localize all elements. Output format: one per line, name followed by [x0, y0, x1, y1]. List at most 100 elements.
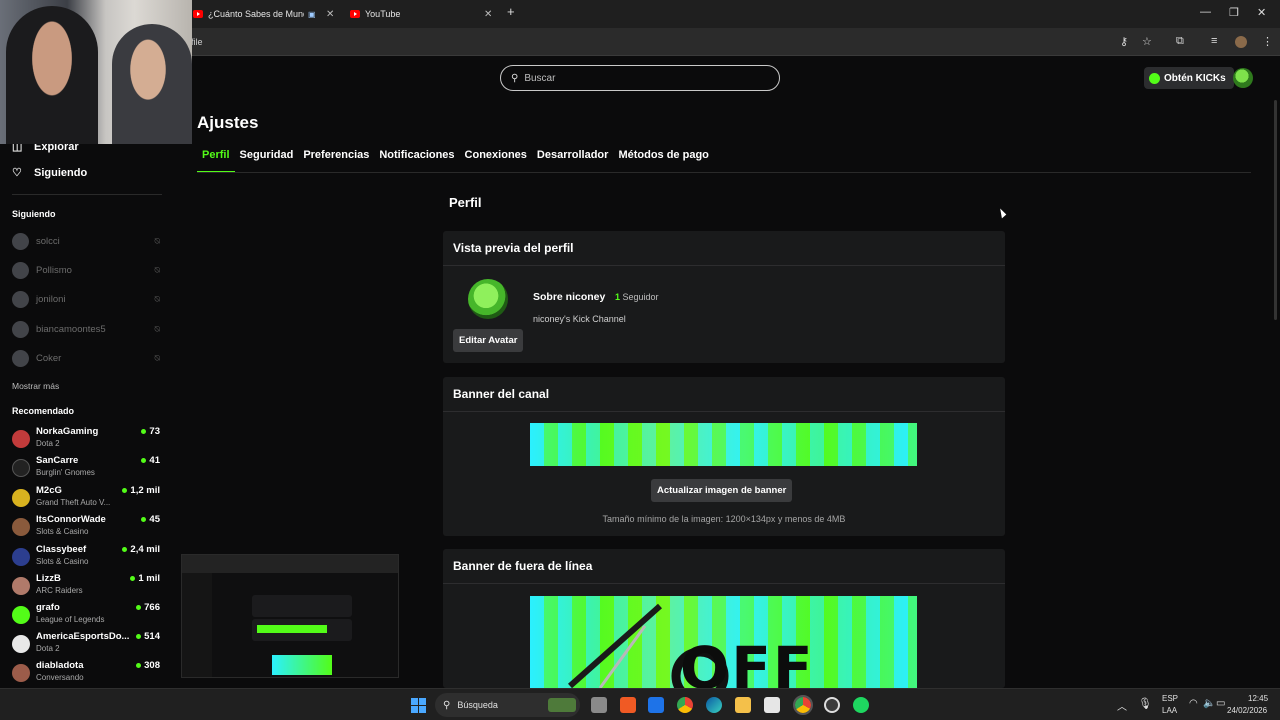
avatar: [12, 261, 29, 279]
thumbnail-banner: [272, 655, 332, 675]
search-highlight-icon: [548, 698, 576, 712]
taskbar: ⚲ Búsqueda ︿ 🎙 ESP LAA ◠ 🔈 ▭ 12:45 24/02…: [0, 688, 1280, 720]
follower-label: Seguidor: [622, 292, 659, 302]
tab-preferences[interactable]: Preferencias: [298, 149, 374, 173]
avatar: [12, 664, 30, 682]
avatar: [12, 606, 30, 624]
recommended-item[interactable]: SanCarre Burglin' Gnomes 41: [12, 455, 160, 483]
profile-icon[interactable]: [1235, 36, 1247, 48]
get-kicks-button[interactable]: Obtén KICKs: [1144, 67, 1234, 89]
microphone-icon[interactable]: 🎙: [1138, 697, 1152, 710]
new-tab-icon[interactable]: +: [507, 4, 515, 19]
following-item[interactable]: solcci ⍉: [12, 231, 160, 251]
file-explorer-icon[interactable]: [735, 697, 751, 713]
start-button[interactable]: [411, 698, 426, 713]
outlook-icon[interactable]: [648, 697, 664, 713]
brave-icon[interactable]: [620, 697, 636, 713]
channel-category: League of Legends: [36, 615, 105, 624]
recommended-item[interactable]: AmericaEsportsDo... Dota 2 514: [12, 631, 160, 659]
following-name: solcci: [36, 235, 60, 247]
clock-time[interactable]: 12:45: [1248, 694, 1268, 703]
tab-payment-methods[interactable]: Métodos de pago: [613, 149, 713, 173]
menu-icon[interactable]: ⋮: [1262, 35, 1273, 48]
follower-number: 1: [615, 292, 621, 302]
avatar: [12, 577, 30, 595]
edit-avatar-button[interactable]: Editar Avatar: [453, 329, 524, 352]
recommended-item[interactable]: diabladota Conversando 308: [12, 660, 160, 688]
banner-size-hint: Tamaño mínimo de la imagen: 1200×134px y…: [602, 514, 846, 524]
close-tab-icon[interactable]: ✕: [326, 9, 334, 20]
thumbnail-bar: [182, 555, 398, 573]
minimize-icon[interactable]: —: [1200, 6, 1211, 18]
edge-icon[interactable]: [706, 697, 722, 713]
tab-security[interactable]: Seguridad: [235, 149, 299, 173]
viewer-count: 41: [141, 455, 160, 466]
task-view-icon[interactable]: [591, 697, 607, 713]
channel-category: Dota 2: [36, 644, 60, 653]
offline-icon: ⍉: [154, 323, 160, 334]
chrome-active-icon[interactable]: [793, 695, 813, 715]
page-scrollbar[interactable]: [1274, 100, 1277, 320]
spotify-icon[interactable]: [853, 697, 869, 713]
tabs-divider: [197, 172, 1251, 173]
heart-icon: ♡: [12, 167, 22, 179]
recommended-item[interactable]: M2cG Grand Theft Auto V... 1,2 mil: [12, 485, 160, 513]
tab-profile[interactable]: Perfil: [197, 149, 235, 173]
profile-name: Sobre niconey: [533, 291, 606, 303]
following-item[interactable]: joniloni ⍉: [12, 289, 160, 309]
following-item[interactable]: biancamoontes5 ⍉: [12, 319, 160, 339]
following-heading: Siguiendo: [12, 209, 56, 219]
thumbnail-sidebar: [182, 573, 212, 677]
channel-name: SanCarre: [36, 455, 79, 466]
browser-tab-mundial[interactable]: ¿Cuánto Sabes de Mundial? ▣ ✕: [193, 4, 334, 24]
star-icon[interactable]: ☆: [1142, 35, 1152, 48]
volume-icon[interactable]: 🔈: [1203, 698, 1215, 709]
close-window-icon[interactable]: ✕: [1257, 6, 1266, 19]
offline-icon: ⍉: [154, 352, 160, 363]
search-input[interactable]: [524, 72, 755, 84]
language-code[interactable]: ESP: [1162, 694, 1178, 703]
tray-chevron-icon[interactable]: ︿: [1117, 698, 1127, 713]
screen: ¿Cuánto Sabes de Mundial? ▣ ✕ YouTube ✕ …: [0, 0, 1280, 720]
profile-description: niconey's Kick Channel: [533, 314, 626, 324]
recommended-item[interactable]: grafo League of Legends 766: [12, 602, 160, 630]
user-avatar[interactable]: [1233, 68, 1253, 88]
search-bar[interactable]: ⚲: [500, 65, 780, 91]
taskbar-search[interactable]: ⚲ Búsqueda: [435, 693, 580, 717]
recommended-item[interactable]: Classybeef Slots & Casino 2,4 mil: [12, 544, 160, 572]
store-icon[interactable]: [764, 697, 780, 713]
media-icon[interactable]: ≡: [1211, 35, 1217, 47]
tab-connections[interactable]: Conexiones: [460, 149, 532, 173]
wifi-icon[interactable]: ◠: [1189, 698, 1198, 709]
avatar: [12, 232, 29, 250]
following-name: biancamoontes5: [36, 323, 106, 335]
recommended-item[interactable]: ItsConnorWade Slots & Casino 45: [12, 514, 160, 542]
avatar: [12, 489, 30, 507]
language-layout[interactable]: LAA: [1162, 706, 1177, 715]
key-icon[interactable]: ⚷: [1120, 35, 1128, 48]
restore-icon[interactable]: ❐: [1229, 6, 1239, 19]
url-text[interactable]: file: [191, 37, 203, 47]
avatar: [12, 459, 30, 477]
recommended-item[interactable]: LizzB ARC Raiders 1 mil: [12, 573, 160, 601]
viewer-count: 308: [136, 660, 160, 671]
clock-date[interactable]: 24/02/2026: [1227, 706, 1267, 715]
extensions-icon[interactable]: ⧉: [1176, 35, 1184, 48]
tab-notifications[interactable]: Notificaciones: [374, 149, 459, 173]
show-more-link[interactable]: Mostrar más: [12, 381, 59, 391]
close-tab-icon[interactable]: ✕: [484, 9, 492, 20]
chrome-icon[interactable]: [677, 697, 693, 713]
update-banner-button[interactable]: Actualizar imagen de banner: [651, 479, 793, 502]
tab-title: ¿Cuánto Sabes de Mundial?: [208, 9, 304, 19]
tab-developer[interactable]: Desarrollador: [532, 149, 614, 173]
obs-icon[interactable]: [824, 697, 840, 713]
nav-following[interactable]: ♡ Siguiendo: [12, 166, 87, 180]
following-item[interactable]: Coker ⍉: [12, 348, 160, 368]
avatar: [12, 290, 29, 308]
recommended-item[interactable]: NorkaGaming Dota 2 73: [12, 426, 160, 454]
browser-tab-youtube[interactable]: YouTube ✕: [350, 4, 492, 24]
profile-avatar: [468, 279, 508, 319]
following-name: Pollismo: [36, 264, 72, 276]
following-item[interactable]: Pollismo ⍉: [12, 260, 160, 280]
battery-icon[interactable]: ▭: [1216, 698, 1225, 709]
